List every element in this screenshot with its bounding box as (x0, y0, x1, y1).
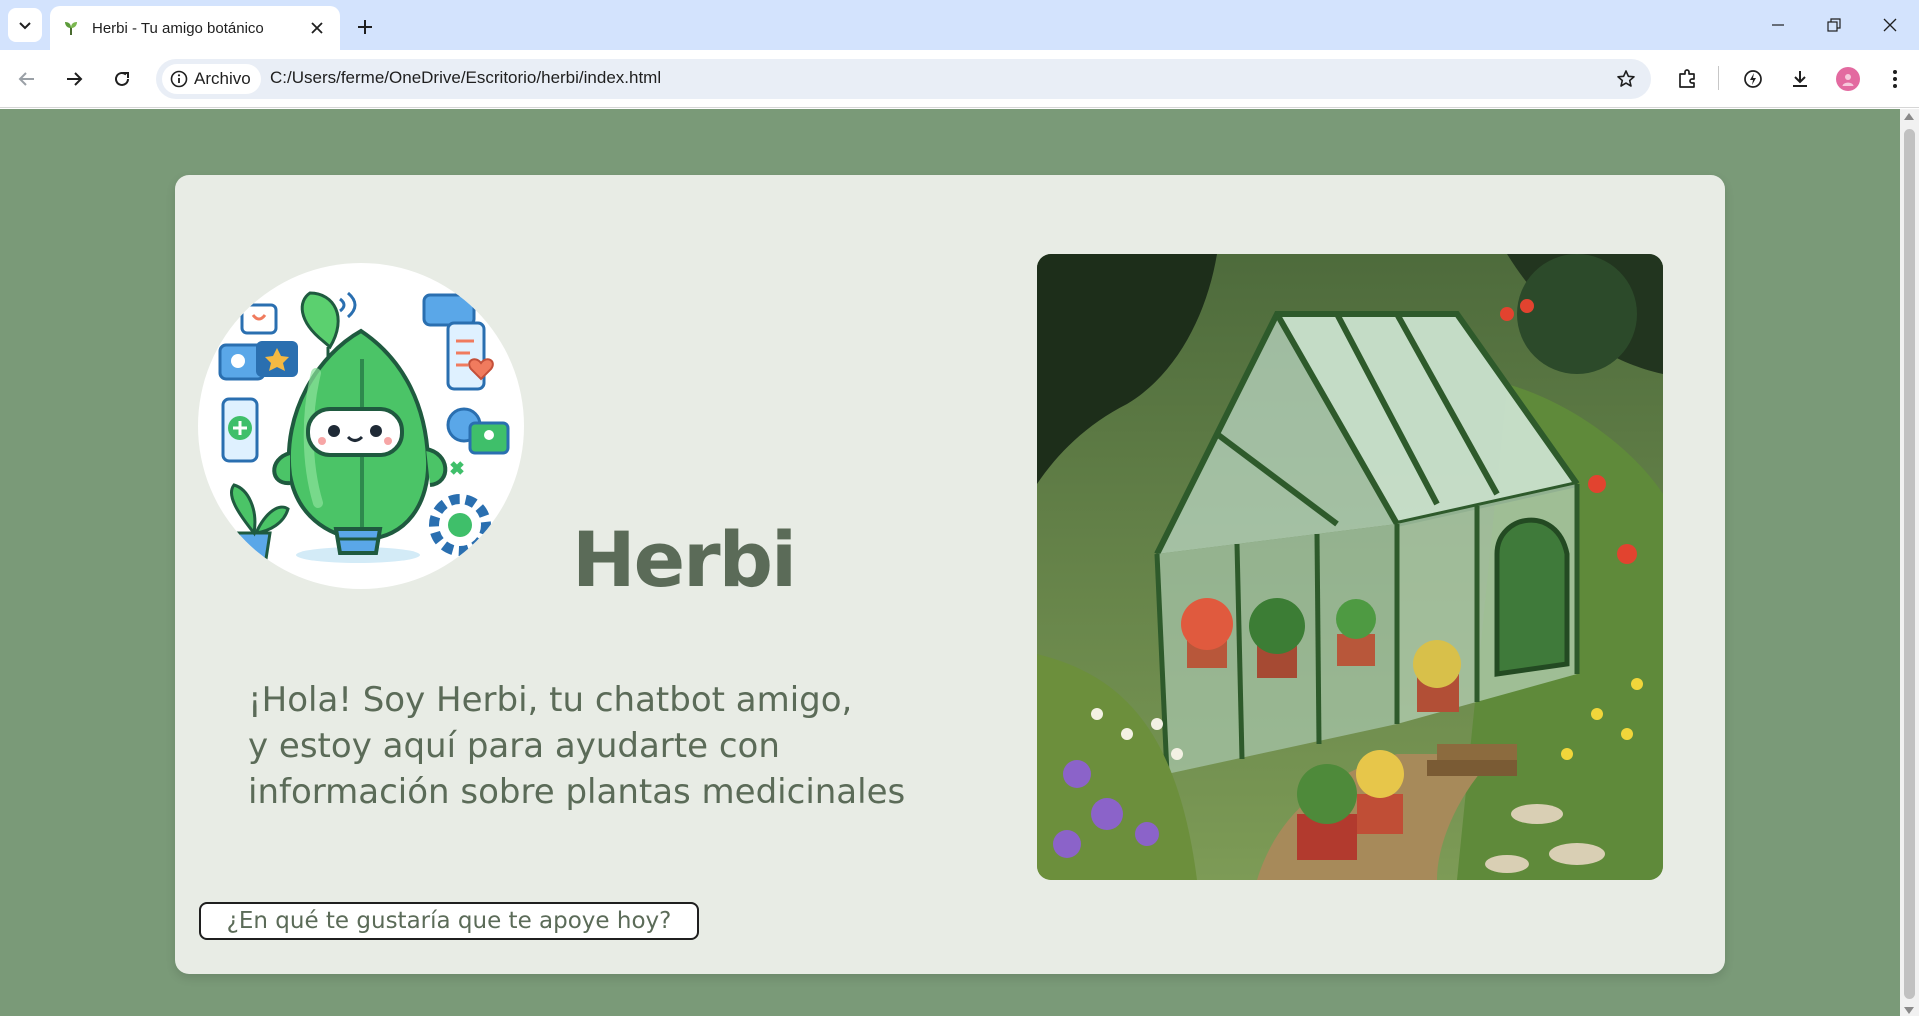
intro-line: información sobre plantas medicinales (248, 772, 906, 812)
scrollbar-thumb[interactable] (1904, 129, 1915, 999)
minimize-icon (1772, 24, 1784, 26)
tab-title: Herbi - Tu amigo botánico (92, 19, 264, 37)
intro-line: y estoy aquí para ayudarte con (248, 726, 780, 766)
back-icon (18, 72, 34, 86)
tab-close-button[interactable] (306, 17, 328, 39)
browser-toolbar: Archivo C:/Users/ferme/OneDrive/Escritor… (0, 50, 1919, 108)
reload-button[interactable] (103, 60, 141, 98)
extensions-icon (1679, 69, 1695, 88)
close-icon (1883, 18, 1897, 32)
performance-icon (1744, 70, 1762, 88)
intro-line: ¡Hola! Soy Herbi, tu chatbot amigo, (248, 680, 853, 720)
more-icon (1893, 70, 1897, 88)
profile-button[interactable] (1833, 64, 1863, 94)
performance-button[interactable] (1738, 64, 1768, 94)
greenhouse-illustration (1037, 254, 1663, 880)
title-bar: Herbi - Tu amigo botánico (0, 0, 1919, 50)
tab-search-button[interactable] (8, 8, 42, 42)
page-viewport: Herbi ¡Hola! Soy Herbi, tu chatbot amigo… (0, 109, 1900, 1016)
menu-button[interactable] (1880, 64, 1910, 94)
plant-favicon (62, 19, 80, 37)
new-tab-button[interactable] (350, 12, 380, 42)
site-info-label: Archivo (194, 69, 251, 88)
bookmark-button[interactable] (1613, 66, 1639, 92)
extensions-button[interactable] (1672, 64, 1702, 94)
url-text[interactable]: C:/Users/ferme/OneDrive/Escritorio/herbi… (270, 68, 661, 88)
scroll-up-icon[interactable] (1904, 113, 1914, 120)
close-window-button[interactable] (1862, 0, 1918, 50)
vertical-scrollbar[interactable] (1900, 109, 1919, 1016)
herbi-logo (198, 263, 524, 589)
download-icon (1793, 71, 1807, 87)
site-info-chip[interactable]: Archivo (162, 64, 261, 94)
info-icon (170, 70, 188, 88)
hero-card: Herbi ¡Hola! Soy Herbi, tu chatbot amigo… (175, 175, 1725, 974)
start-chat-button[interactable]: ¿En qué te gustaría que te apoye hoy? (199, 902, 699, 940)
scroll-down-icon[interactable] (1904, 1007, 1914, 1014)
minimize-button[interactable] (1750, 0, 1806, 50)
star-icon (1617, 70, 1635, 87)
brand-title: Herbi (572, 515, 797, 604)
restore-button[interactable] (1806, 0, 1862, 50)
toolbar-divider (1718, 66, 1719, 90)
back-button[interactable] (8, 60, 46, 98)
plus-icon (358, 20, 372, 34)
restore-icon (1827, 18, 1841, 32)
profile-avatar (1836, 67, 1860, 91)
reload-icon (115, 71, 129, 86)
chevron-down-icon (19, 22, 31, 30)
address-bar[interactable]: Archivo C:/Users/ferme/OneDrive/Escritor… (156, 59, 1651, 99)
forward-button[interactable] (55, 60, 93, 98)
active-tab[interactable]: Herbi - Tu amigo botánico (50, 6, 340, 50)
downloads-button[interactable] (1785, 64, 1815, 94)
close-icon (311, 22, 323, 34)
intro-text: ¡Hola! Soy Herbi, tu chatbot amigo, y es… (248, 677, 988, 815)
forward-icon (67, 72, 83, 86)
